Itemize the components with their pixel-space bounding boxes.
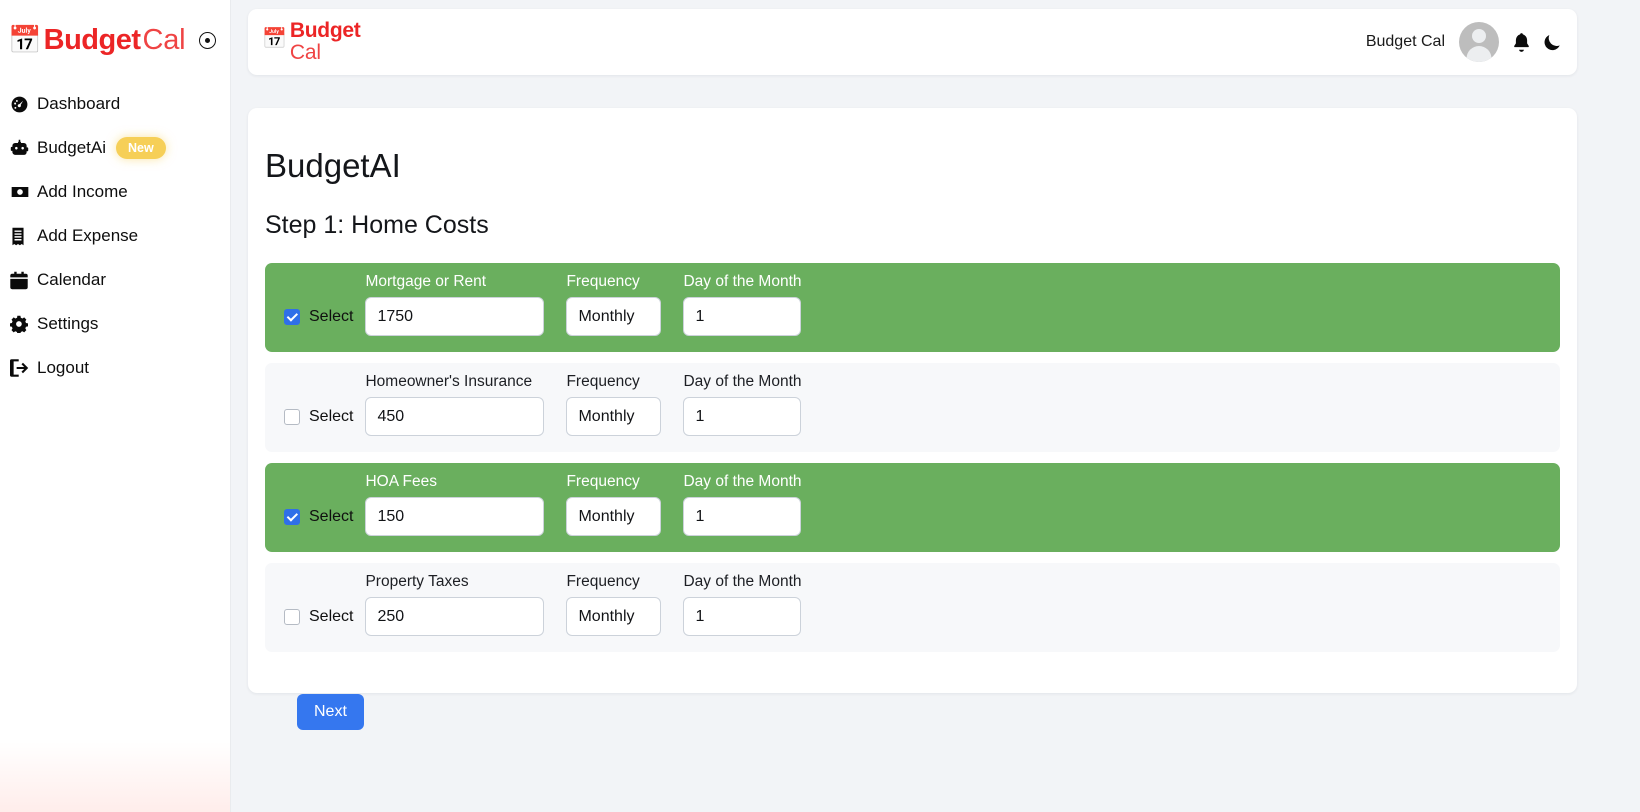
- day-of-month-label: Day of the Month: [683, 372, 802, 390]
- frequency-select[interactable]: [566, 397, 662, 437]
- select-group[interactable]: Select: [284, 597, 353, 636]
- money-bill-icon: [10, 182, 31, 202]
- cost-name-label: Homeowner's Insurance: [365, 372, 533, 390]
- select-group[interactable]: Select: [284, 297, 353, 336]
- day-field-group: Day of the Month: [683, 572, 802, 637]
- cost-row: Select Property Taxes Frequency Day of the …: [265, 563, 1560, 653]
- page-title: BudgetAI: [265, 147, 401, 185]
- frequency-select[interactable]: [566, 597, 662, 637]
- bell-icon[interactable]: [1513, 32, 1530, 52]
- sidebar-brand[interactable]: 📅 Budget Cal: [0, 0, 230, 62]
- select-label: Select: [309, 607, 354, 625]
- sidebar-new-badge: New: [116, 137, 166, 159]
- amount-input[interactable]: [365, 297, 545, 337]
- next-button[interactable]: Next: [297, 694, 364, 731]
- sidebar-nav: Dashboard BudgetAi New Add Income Add Ex…: [0, 82, 230, 390]
- select-checkbox[interactable]: [284, 308, 300, 325]
- frequency-field-group: Frequency: [566, 272, 662, 337]
- select-group[interactable]: Select: [284, 497, 353, 536]
- day-of-month-input[interactable]: [683, 397, 802, 437]
- cost-name-label: Property Taxes: [365, 572, 469, 590]
- sidebar-item-settings[interactable]: Settings: [0, 302, 230, 346]
- day-field-group: Day of the Month: [683, 472, 802, 537]
- select-checkbox[interactable]: [284, 608, 300, 625]
- sidebar-item-label: Logout: [37, 358, 89, 377]
- day-of-month-input[interactable]: [683, 297, 802, 337]
- header-right-group: Budget Cal: [1366, 22, 1561, 62]
- top-header-bar: 📅 Budget Cal Budget Cal: [248, 9, 1577, 75]
- next-button-wrap: Next: [265, 663, 1560, 731]
- frequency-field-group: Frequency: [566, 472, 662, 537]
- brand-name-light: Cal: [142, 23, 186, 56]
- budgetai-step-card: BudgetAI Step 1: Home Costs Select Mortga…: [248, 108, 1577, 731]
- sidebar-bottom-gradient: [0, 742, 230, 812]
- sidebar-item-label: BudgetAi: [37, 138, 106, 157]
- sidebar-item-label: Settings: [37, 314, 99, 333]
- frequency-select[interactable]: [566, 497, 662, 537]
- gauge-icon: [10, 95, 31, 114]
- sidebar-item-label: Add Expense: [37, 226, 139, 245]
- select-label: Select: [309, 407, 354, 425]
- receipt-icon: [10, 227, 31, 246]
- avatar[interactable]: [1459, 22, 1499, 62]
- moon-icon[interactable]: [1544, 33, 1561, 51]
- sidebar-item-label: Calendar: [37, 270, 106, 289]
- cost-rows-list: Select Mortgage or Rent Frequency Day of th…: [265, 263, 1560, 653]
- day-of-month-input[interactable]: [683, 497, 802, 537]
- amount-field-group: Mortgage or Rent: [365, 272, 545, 337]
- sidebar-item-add-expense[interactable]: Add Expense: [0, 214, 230, 258]
- main-area: 📅 Budget Cal Budget Cal BudgetAI Step 1:…: [231, 0, 1640, 812]
- amount-field-group: HOA Fees: [365, 472, 545, 537]
- header-username: Budget Cal: [1365, 33, 1445, 50]
- day-field-group: Day of the Month: [683, 272, 802, 337]
- header-logo[interactable]: 📅 Budget Cal: [262, 18, 361, 64]
- amount-field-group: Property Taxes: [365, 572, 545, 637]
- select-checkbox[interactable]: [284, 408, 300, 425]
- select-label: Select: [309, 307, 354, 325]
- amount-input[interactable]: [365, 497, 545, 537]
- sidebar-item-label: Add Income: [37, 182, 128, 201]
- calendar-logo-icon: 📅: [262, 28, 287, 50]
- gear-icon: [10, 315, 31, 333]
- calendar-logo-icon: 📅: [8, 24, 42, 55]
- amount-field-group: Homeowner's Insurance: [365, 372, 545, 437]
- frequency-field-group: Frequency: [566, 372, 662, 437]
- brand-name-bold: Budget: [43, 23, 141, 56]
- sidebar-item-budgetai[interactable]: BudgetAi New: [0, 126, 230, 170]
- frequency-field-group: Frequency: [566, 572, 662, 637]
- sidebar-item-logout[interactable]: Logout: [0, 346, 230, 390]
- frequency-label: Frequency: [566, 272, 640, 290]
- frequency-label: Frequency: [566, 472, 640, 490]
- cost-row: Select Mortgage or Rent Frequency Day of th…: [265, 263, 1560, 353]
- frequency-label: Frequency: [566, 572, 640, 590]
- header-logo-bold: Budget: [289, 18, 361, 42]
- select-checkbox[interactable]: [284, 508, 300, 525]
- sidebar-item-add-income[interactable]: Add Income: [0, 170, 230, 214]
- step-title: Step 1: Home Costs: [265, 210, 489, 239]
- day-of-month-label: Day of the Month: [683, 472, 802, 490]
- sign-out-icon: [10, 359, 31, 377]
- amount-input[interactable]: [365, 597, 545, 637]
- cost-name-label: Mortgage or Rent: [365, 272, 487, 290]
- select-group[interactable]: Select: [284, 397, 353, 436]
- amount-input[interactable]: [365, 397, 545, 437]
- frequency-select[interactable]: [566, 297, 662, 337]
- sidebar-item-label: Dashboard: [37, 94, 121, 113]
- day-of-month-input[interactable]: [683, 597, 802, 637]
- robot-icon: [10, 139, 31, 158]
- sidebar: 📅 Budget Cal Dashboard BudgetAi New Add …: [0, 0, 231, 812]
- sidebar-item-dashboard[interactable]: Dashboard: [0, 82, 230, 126]
- sidebar-item-calendar[interactable]: Calendar: [0, 258, 230, 302]
- select-label: Select: [309, 507, 354, 525]
- cost-row: Select HOA Fees Frequency Day of the Month: [265, 463, 1560, 553]
- day-of-month-label: Day of the Month: [683, 572, 802, 590]
- circle-dot-icon[interactable]: [199, 31, 217, 49]
- cost-name-label: HOA Fees: [365, 472, 437, 490]
- day-of-month-label: Day of the Month: [683, 272, 802, 290]
- day-field-group: Day of the Month: [683, 372, 802, 437]
- header-logo-light: Cal: [289, 41, 321, 64]
- calendar-icon: [10, 271, 31, 290]
- frequency-label: Frequency: [566, 372, 640, 390]
- cost-row: Select Homeowner's Insurance Frequency Day …: [265, 363, 1560, 453]
